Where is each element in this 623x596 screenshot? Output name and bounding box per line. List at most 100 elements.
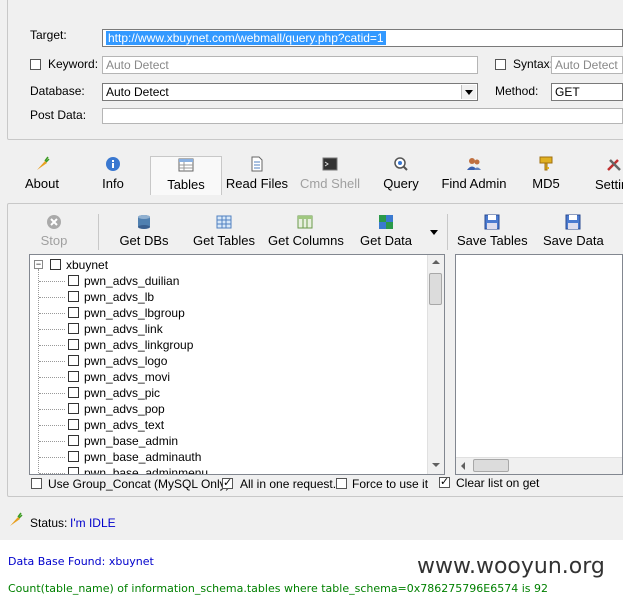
tree-item-label: pwn_advs_lbgroup: [84, 306, 185, 320]
output-log[interactable]: Data Base Found: xbuynet Count(table_nam…: [0, 540, 623, 596]
target-input[interactable]: http://www.xbuynet.com/webmall/query.php…: [102, 29, 623, 47]
tab-read-files[interactable]: Read Files: [224, 156, 290, 194]
chevron-down-icon[interactable]: [461, 85, 476, 99]
info-icon: [106, 157, 120, 171]
tree-item-label: pwn_advs_pic: [84, 386, 161, 400]
database-select[interactable]: Auto Detect: [102, 83, 478, 101]
tree-line: [39, 281, 65, 282]
tree-checkbox[interactable]: [68, 387, 79, 398]
get-columns-button[interactable]: Get Columns: [268, 214, 344, 248]
tree-checkbox[interactable]: [68, 291, 79, 302]
database-label: Database:: [30, 84, 85, 98]
tree-line: [39, 345, 65, 346]
tree-line: [39, 409, 65, 410]
data-horizontal-scrollbar[interactable]: [456, 457, 622, 474]
scroll-down-icon[interactable]: [432, 463, 440, 467]
tree-checkbox[interactable]: [68, 419, 79, 430]
tab-query[interactable]: Query: [378, 156, 424, 194]
database-icon: [138, 215, 150, 229]
syntax-input[interactable]: Auto Detect: [551, 56, 623, 74]
tools-icon: [607, 159, 621, 171]
table-icon: [178, 158, 194, 172]
tree-item-label: pwn_advs_pop: [84, 402, 165, 416]
force-label: Force to use it: [352, 477, 429, 491]
data-list[interactable]: [455, 254, 623, 475]
tab-cmd-shell[interactable]: Cmd Shell: [296, 156, 364, 194]
tree-checkbox[interactable]: [68, 371, 79, 382]
tree-line: [39, 297, 65, 298]
table-grid-icon: [216, 215, 232, 229]
tree-checkbox[interactable]: [68, 355, 79, 366]
force-checkbox[interactable]: [336, 478, 347, 489]
tree-checkbox[interactable]: [68, 307, 79, 318]
collapse-icon[interactable]: −: [34, 260, 43, 269]
tree-checkbox[interactable]: [68, 435, 79, 446]
tree-item-label: pwn_advs_link: [84, 322, 163, 336]
columns-icon: [297, 215, 313, 229]
tree-item-label: pwn_advs_movi: [84, 370, 171, 384]
tree-line: [39, 377, 65, 378]
method-label: Method:: [495, 84, 539, 98]
output-line: Count(table_name) of information_schema.…: [8, 582, 548, 595]
tab-md5[interactable]: MD5: [526, 156, 566, 194]
tree-checkbox[interactable]: [68, 451, 79, 462]
get-tables-button[interactable]: Get Tables: [192, 214, 256, 248]
file-icon: [251, 156, 263, 172]
carrot-icon: [10, 512, 23, 526]
save-icon: [484, 214, 500, 230]
stop-button[interactable]: Stop: [38, 214, 70, 248]
get-data-dropdown-icon[interactable]: [430, 230, 438, 235]
method-select[interactable]: GET: [551, 83, 623, 101]
tables-tree[interactable]: − xbuynet pwn_advs_duilian pwn_advs_lb pwn…: [29, 254, 445, 475]
terminal-icon: [322, 157, 338, 171]
group-concat-checkbox[interactable]: [31, 478, 42, 489]
status-label: Status:: [30, 516, 68, 530]
tab-info[interactable]: Info: [92, 156, 134, 194]
save-data-button[interactable]: Save Data: [543, 214, 604, 248]
tree-line: [39, 313, 65, 314]
status-value: I'm IDLE: [70, 516, 116, 530]
scroll-up-icon[interactable]: [432, 260, 440, 264]
scroll-thumb[interactable]: [473, 459, 509, 472]
clear-list-checkbox[interactable]: [439, 475, 450, 488]
tree-line: [39, 361, 65, 362]
tab-about[interactable]: About: [18, 156, 66, 194]
scroll-left-icon[interactable]: [461, 462, 465, 470]
keyword-input[interactable]: Auto Detect: [102, 56, 478, 74]
tree-vertical-scrollbar[interactable]: [427, 255, 444, 474]
tree-line: [39, 393, 65, 394]
keyword-checkbox[interactable]: [30, 59, 41, 70]
scroll-thumb[interactable]: [429, 273, 442, 305]
key-icon: [539, 156, 553, 171]
tree-root-label: xbuynet: [66, 258, 109, 272]
tree-checkbox[interactable]: [68, 275, 79, 286]
tree-checkbox[interactable]: [68, 467, 79, 474]
tab-tables[interactable]: Tables: [150, 156, 222, 195]
save-tables-button[interactable]: Save Tables: [457, 214, 528, 248]
tree-checkbox[interactable]: [68, 403, 79, 414]
tab-settings[interactable]: Settin: [592, 156, 623, 194]
tree-item-label: pwn_base_admin: [84, 434, 179, 448]
all-in-one-checkbox[interactable]: [222, 476, 233, 489]
data-grid-icon: [379, 215, 393, 229]
users-icon: [467, 158, 481, 170]
postdata-input[interactable]: [102, 108, 623, 124]
syntax-label: Syntax:: [513, 57, 554, 71]
output-line: Data Base Found: xbuynet: [8, 555, 154, 568]
get-data-button[interactable]: Get Data: [360, 214, 412, 248]
tree-item-label: pwn_advs_logo: [84, 354, 168, 368]
get-dbs-button[interactable]: Get DBs: [118, 214, 170, 248]
tree-checkbox[interactable]: [68, 323, 79, 334]
tree-checkbox[interactable]: [50, 259, 61, 270]
query-icon: [394, 157, 408, 171]
syntax-checkbox[interactable]: [495, 59, 506, 70]
tree-item-label: pwn_advs_text: [84, 418, 165, 432]
clear-list-label: Clear list on get: [456, 476, 540, 490]
tree-line: [39, 425, 65, 426]
all-in-one-label: All in one request.: [240, 477, 337, 491]
toolbar-separator: [98, 214, 99, 250]
tab-find-admin[interactable]: Find Admin: [438, 156, 510, 194]
tree-item-label: pwn_advs_duilian: [84, 274, 180, 288]
tree-item-label: pwn_base_adminauth: [84, 450, 202, 464]
tree-checkbox[interactable]: [68, 339, 79, 350]
